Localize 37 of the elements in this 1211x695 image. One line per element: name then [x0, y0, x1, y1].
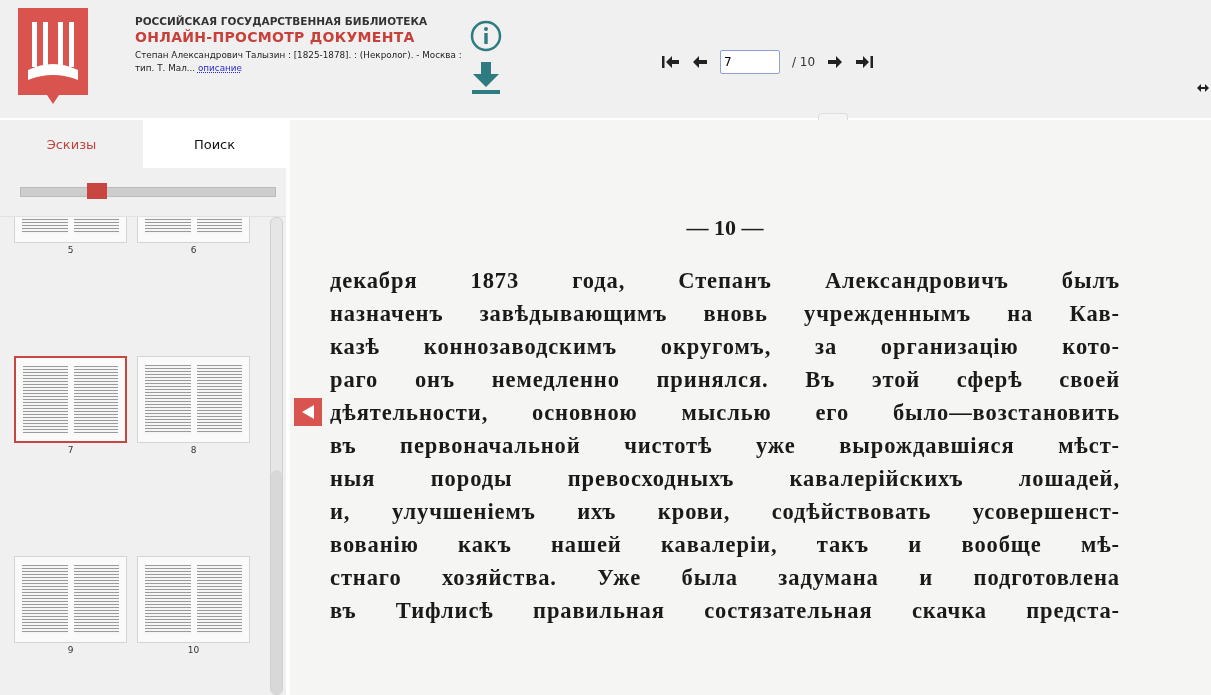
thumbnail-label: 5 [67, 245, 74, 255]
text-line: раго онъ немедленно принялся. Въ этой сферѣ своей [330, 366, 1120, 394]
thumbnail-label: 10 [187, 645, 200, 655]
sidebar-tab[interactable]: Поиск [143, 120, 286, 168]
next-page-button[interactable] [827, 55, 844, 69]
text-line: стнаго хозяйства. Уже была задумана и подготовлена [330, 564, 1120, 592]
document-description: Степан Александрович Талызин : [1825-1878]. : (Некролог). - Москва : тип. Т. Мал... описание [135, 49, 463, 75]
page-thumbnail[interactable] [14, 356, 127, 443]
text-line: назначенъ завѣдывающимъ вновь учрежденнымъ на Кав- [330, 300, 1120, 328]
text-line: декабря 1873 года, Степанъ Александровичъ былъ [330, 267, 1120, 295]
scrollbar[interactable] [270, 217, 283, 695]
slider-thumb[interactable] [87, 183, 108, 199]
viewer-title: ОНЛАЙН-ПРОСМОТР ДОКУМЕНТА [135, 29, 416, 45]
text-line: въ Тифлисѣ правильная состязательная скачка предста- [330, 597, 1120, 625]
page-number: — 10 — [685, 215, 765, 241]
text-line: вованію какъ нашей кавалеріи, такъ и вообще мѣ- [330, 531, 1120, 559]
resize-icon[interactable] [1197, 84, 1209, 92]
left-triangle-icon [302, 405, 314, 419]
thumbnail-label: 7 [67, 445, 74, 455]
library-name: РОССИЙСКАЯ ГОСУДАРСТВЕННАЯ БИБЛИОТЕКА [135, 15, 428, 27]
first-page-button[interactable] [662, 55, 680, 69]
previous-page-button[interactable] [692, 55, 708, 69]
download-icon[interactable] [471, 62, 501, 94]
text-line: и, улучшеніемъ ихъ крови, содѣйствовать усовершенст- [330, 498, 1120, 526]
thumbnail-label: 8 [190, 445, 197, 455]
text-line: казѣ коннозаводскимъ округомъ, за организацію кото- [330, 333, 1120, 361]
collapse-sidebar-button[interactable] [294, 398, 322, 426]
page-number-field[interactable]: 7 [720, 50, 780, 74]
text-line: дѣятельности, основною мыслью его было—возстановить [330, 399, 1120, 427]
description-link[interactable]: описание [197, 63, 242, 73]
page-count: / 10 [792, 55, 816, 69]
thumbnail-label: 9 [67, 645, 74, 655]
thumbnail-label: 6 [190, 245, 197, 255]
text-line: ныя породы превосходныхъ кавалерійскихъ лошадей, [330, 465, 1120, 493]
info-icon[interactable] [470, 20, 502, 52]
text-line: въ первоначальной чистотѣ уже вырождавшіяся мѣст- [330, 432, 1120, 460]
last-page-button[interactable] [855, 55, 874, 69]
